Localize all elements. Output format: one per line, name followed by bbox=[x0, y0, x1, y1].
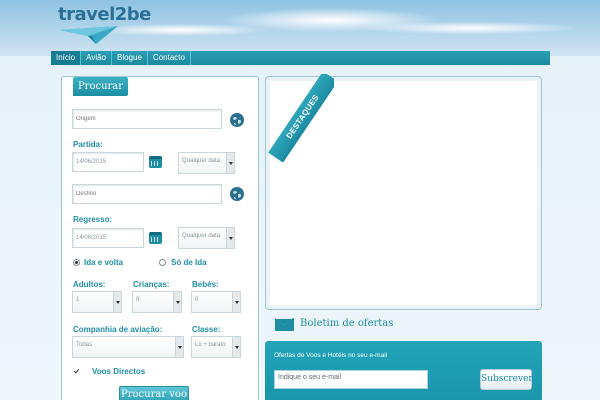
email-field[interactable]: Indique o seu e-mail bbox=[274, 370, 428, 389]
roundtrip-label: Ida e volta bbox=[84, 258, 124, 267]
envelope-icon bbox=[275, 318, 294, 331]
roundtrip-radio[interactable] bbox=[73, 259, 80, 266]
infants-value: 0 bbox=[195, 297, 199, 303]
calendar-icon[interactable] bbox=[149, 156, 162, 168]
search-flight-button[interactable]: Procurar voo bbox=[119, 386, 189, 400]
return-time-select[interactable]: Qualquer data bbox=[178, 227, 235, 249]
departure-label: Partida: bbox=[73, 140, 103, 149]
globe-icon[interactable] bbox=[230, 187, 244, 201]
destination-input[interactable] bbox=[72, 184, 222, 204]
children-select[interactable]: 0 bbox=[132, 291, 182, 313]
return-date-field[interactable]: 14/06/2015 bbox=[72, 228, 144, 248]
direct-flights-label: Voos Directos bbox=[92, 367, 146, 376]
class-select[interactable]: Lo + barato bbox=[191, 336, 241, 358]
chevron-down-icon bbox=[226, 153, 234, 173]
class-value: Lo + barato bbox=[195, 342, 226, 348]
adults-select[interactable]: 1 bbox=[72, 291, 122, 313]
children-value: 0 bbox=[136, 297, 140, 303]
highlights-ribbon-label: DESTAQUES bbox=[268, 74, 334, 162]
newsletter-description: Ofertas de Voos e Hotéis no seu e-mail bbox=[274, 352, 388, 359]
newsletter-title: Boletim de ofertas bbox=[300, 318, 394, 329]
chevron-down-icon bbox=[226, 228, 234, 248]
infants-label: Bebés: bbox=[192, 280, 219, 289]
chevron-down-icon bbox=[175, 337, 183, 357]
adults-label: Adultos: bbox=[73, 280, 106, 289]
airline-label: Companhia de aviação: bbox=[73, 325, 163, 334]
airline-value: Todas bbox=[76, 342, 93, 348]
children-label: Crianças: bbox=[133, 280, 170, 289]
paper-plane-logo-icon bbox=[60, 26, 118, 44]
highlights-ribbon: DESTAQUES bbox=[264, 74, 334, 162]
direct-flights-checkbox[interactable] bbox=[74, 368, 81, 375]
return-time-value: Qualquer data bbox=[182, 233, 221, 239]
adults-value: 1 bbox=[76, 297, 80, 303]
chevron-down-icon bbox=[113, 292, 121, 312]
nav-item-aviao[interactable]: Avião bbox=[81, 51, 112, 65]
oneway-radio[interactable] bbox=[159, 259, 166, 266]
origin-input[interactable] bbox=[72, 109, 222, 129]
nav-item-contacto[interactable]: Contacto bbox=[148, 51, 191, 65]
globe-icon[interactable] bbox=[230, 113, 244, 127]
departure-time-value: Qualquer data bbox=[182, 158, 221, 164]
calendar-icon[interactable] bbox=[149, 232, 162, 244]
class-label: Classe: bbox=[192, 325, 221, 334]
brand-name: travel2be bbox=[58, 4, 151, 25]
search-tab[interactable]: Procurar bbox=[73, 77, 128, 96]
nav-item-inicio[interactable]: Início bbox=[51, 51, 82, 65]
main-nav: Início Avião Blogue Contacto bbox=[51, 51, 550, 65]
chevron-down-icon bbox=[173, 292, 181, 312]
airline-select[interactable]: Todas bbox=[72, 336, 184, 358]
nav-item-blogue[interactable]: Blogue bbox=[112, 51, 148, 65]
departure-date-field[interactable]: 14/06/2015 bbox=[72, 152, 144, 172]
chevron-down-icon bbox=[232, 337, 240, 357]
infants-select[interactable]: 0 bbox=[191, 291, 241, 313]
departure-time-select[interactable]: Qualquer data bbox=[178, 152, 235, 174]
oneway-label: Só de Ida bbox=[171, 258, 207, 267]
return-label: Regresso: bbox=[73, 215, 113, 224]
page: travel2be Início Avião Blogue Contacto P… bbox=[0, 0, 600, 400]
chevron-down-icon bbox=[232, 292, 240, 312]
subscribe-button[interactable]: Subscrever bbox=[480, 369, 533, 390]
